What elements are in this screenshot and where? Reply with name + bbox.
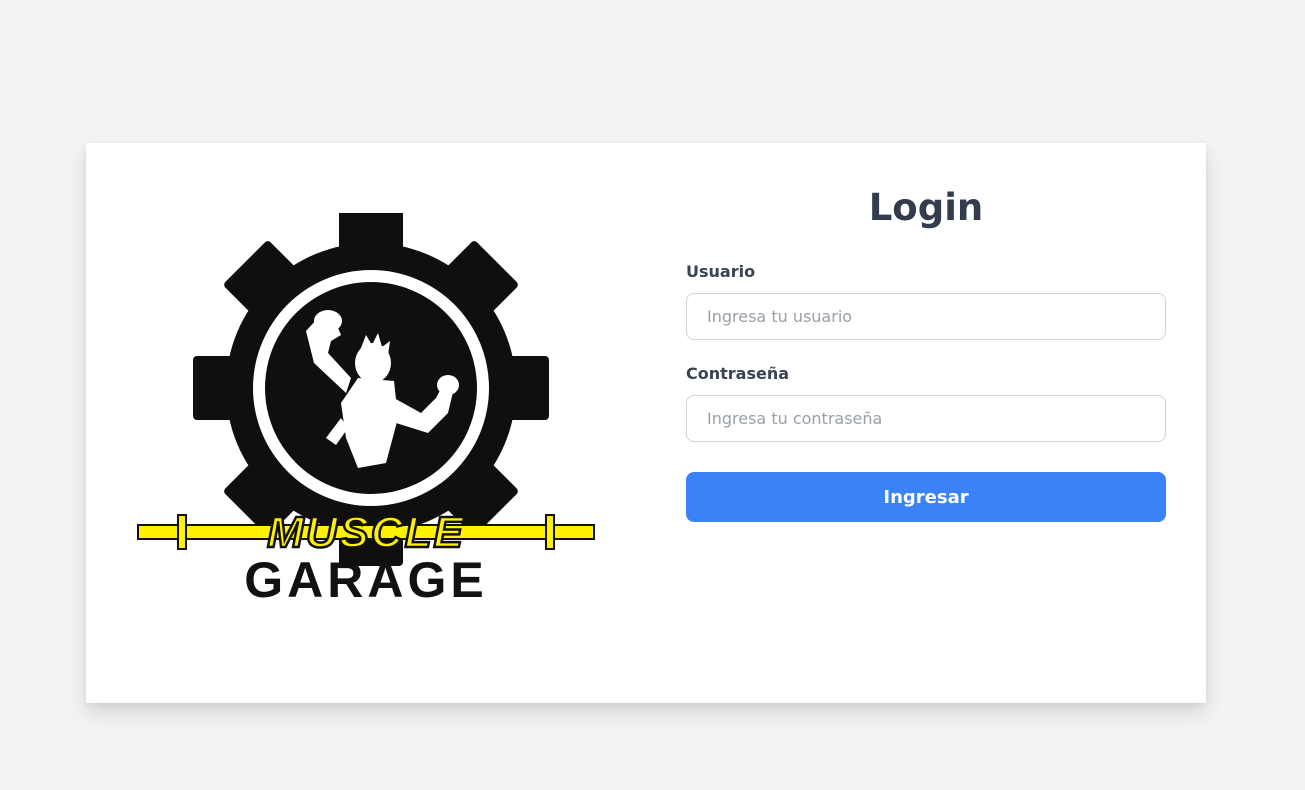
login-submit-button[interactable]: Ingresar — [686, 472, 1166, 522]
password-label: Contraseña — [686, 364, 790, 383]
muscle-garage-logo: MUSCLE GARAGE — [136, 213, 596, 603]
password-input[interactable] — [686, 395, 1166, 442]
logo-garage-text: GARAGE — [244, 552, 487, 603]
username-label: Usuario — [686, 262, 756, 281]
logo-muscle-text: MUSCLE — [267, 508, 465, 557]
login-form: Login Usuario Contraseña Ingresar — [686, 143, 1166, 703]
login-card: MUSCLE GARAGE Login Usuario Contraseña I… — [86, 143, 1206, 703]
username-input[interactable] — [686, 293, 1166, 340]
page-title: Login — [868, 186, 984, 229]
